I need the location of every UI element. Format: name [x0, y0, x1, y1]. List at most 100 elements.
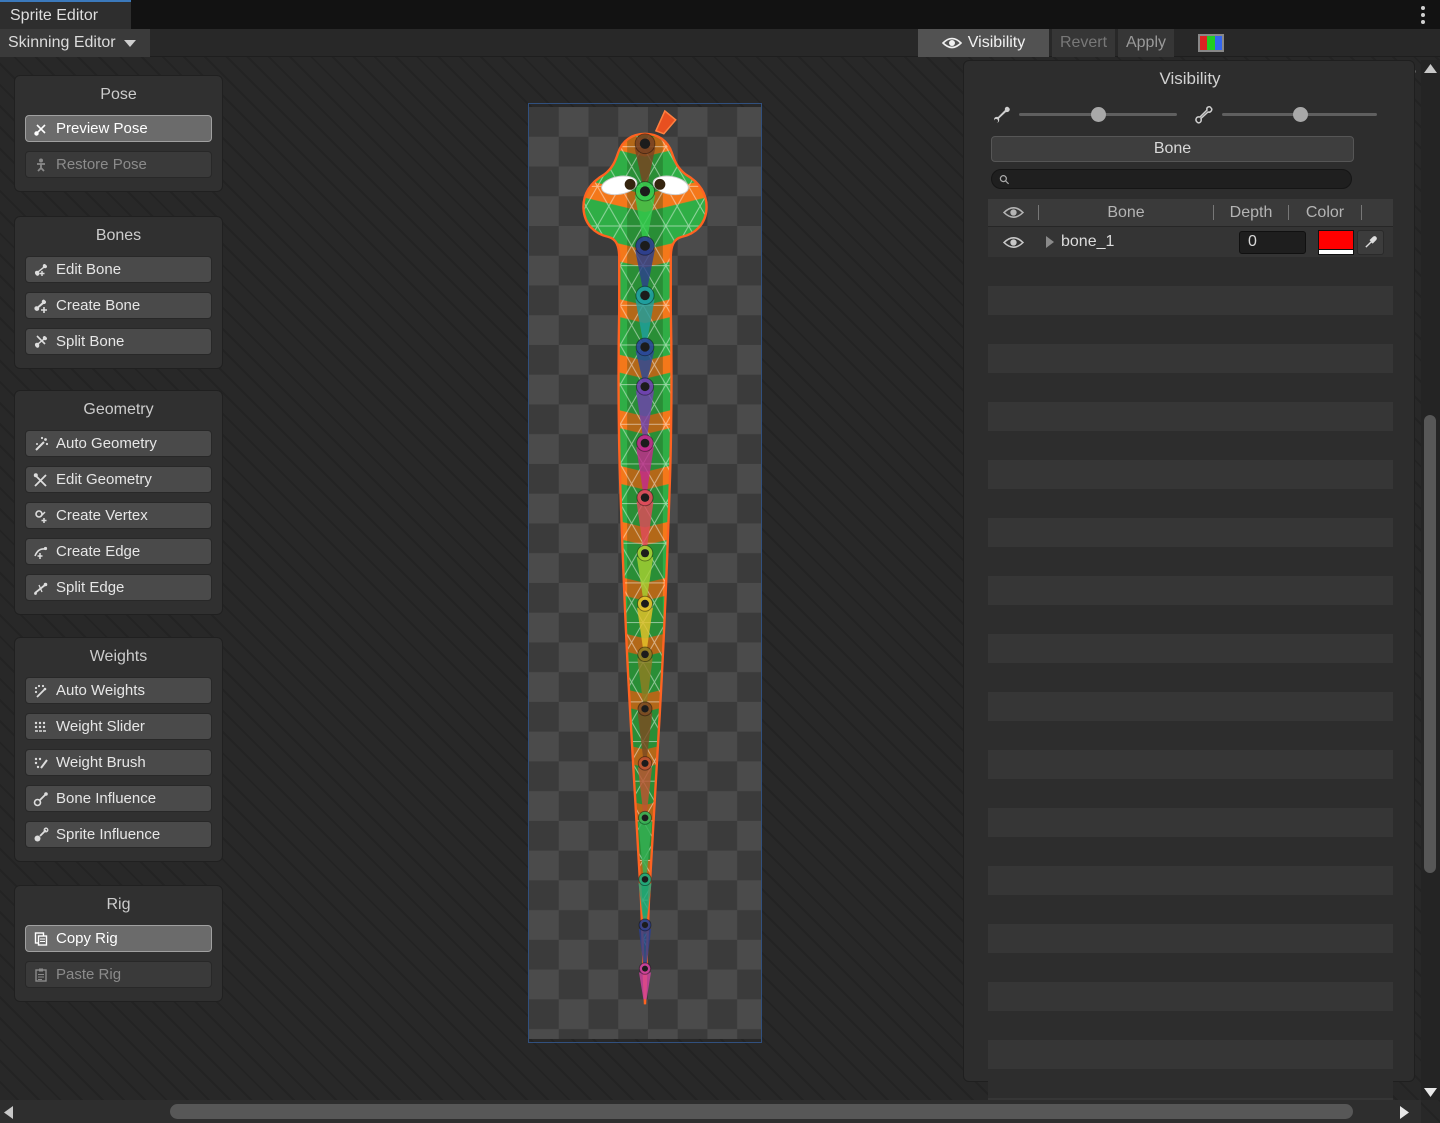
row-visibility-eye-icon[interactable]: [1003, 235, 1024, 250]
search-input[interactable]: [1015, 172, 1345, 187]
edit-geometry-button[interactable]: Edit Geometry: [25, 466, 212, 493]
split-edge-icon: [33, 580, 49, 596]
bone-influence-button[interactable]: Bone Influence: [25, 785, 212, 812]
kebab-menu-icon[interactable]: [1414, 3, 1432, 27]
paste-rig-button[interactable]: Paste Rig: [25, 961, 212, 988]
restore-pose-button[interactable]: Restore Pose: [25, 151, 212, 178]
auto-geometry-button[interactable]: Auto Geometry: [25, 430, 212, 457]
paste-rig-label: Paste Rig: [56, 966, 121, 983]
create-bone-label: Create Bone: [56, 297, 140, 314]
eyedropper-button[interactable]: [1357, 230, 1384, 255]
title-bar: Sprite Editor: [0, 0, 1440, 29]
auto-weights-label: Auto Weights: [56, 682, 145, 699]
scroll-up-icon[interactable]: [1424, 64, 1437, 73]
create-bone-button[interactable]: Create Bone: [25, 292, 212, 319]
apply-button[interactable]: Apply: [1118, 29, 1174, 57]
tab-sprite-editor[interactable]: Sprite Editor: [0, 0, 131, 29]
sprite-influence-button[interactable]: Sprite Influence: [25, 821, 212, 848]
auto-weights-button[interactable]: Auto Weights: [25, 677, 212, 704]
copy-rig-button[interactable]: Copy Rig: [25, 925, 212, 952]
preview-pose-label: Preview Pose: [56, 120, 148, 137]
depth-value: 0: [1248, 233, 1257, 251]
edit-bone-icon: [33, 262, 49, 278]
col-color[interactable]: Color: [1289, 204, 1361, 222]
chevron-down-icon: [124, 40, 136, 47]
bones-panel: Bones Edit Bone Create Bone Split Bone: [14, 216, 223, 369]
color-channels-icon[interactable]: [1198, 34, 1224, 52]
create-edge-label: Create Edge: [56, 543, 140, 560]
auto-weights-icon: [33, 683, 49, 699]
bone-row[interactable]: bone_1 0: [988, 226, 1393, 257]
weight-brush-label: Weight Brush: [56, 754, 146, 771]
rig-panel-title: Rig: [25, 896, 212, 914]
split-bone-icon: [33, 334, 49, 350]
sprite-influence-icon: [33, 827, 49, 843]
paste-icon: [33, 967, 49, 983]
tab-label: Sprite Editor: [10, 7, 98, 25]
restore-pose-icon: [33, 157, 49, 173]
sprite-canvas[interactable]: [528, 103, 762, 1043]
bone-influence-icon: [33, 791, 49, 807]
expander-triangle-icon[interactable]: [1046, 236, 1054, 248]
depth-input[interactable]: 0: [1239, 231, 1306, 254]
scroll-right-icon[interactable]: [1400, 1106, 1409, 1119]
scroll-left-icon[interactable]: [4, 1106, 13, 1119]
bone-table-header: Bone Depth Color: [988, 199, 1393, 226]
horizontal-scroll-thumb[interactable]: [170, 1104, 1353, 1119]
bone-search-field[interactable]: [991, 169, 1352, 189]
bone-tab[interactable]: Bone: [991, 136, 1354, 162]
scroll-down-icon[interactable]: [1424, 1088, 1437, 1097]
create-vertex-icon: [33, 508, 49, 524]
mesh-opacity-knob[interactable]: [1293, 107, 1308, 122]
mode-dropdown-label: Skinning Editor: [8, 34, 116, 52]
edit-bone-label: Edit Bone: [56, 261, 121, 278]
preview-pose-icon: [33, 121, 49, 137]
restore-pose-label: Restore Pose: [56, 156, 147, 173]
create-edge-icon: [33, 544, 49, 560]
weights-panel: Weights Auto Weights Weight Slider Weigh…: [14, 637, 223, 862]
weight-brush-button[interactable]: Weight Brush: [25, 749, 212, 776]
visibility-toggle-button[interactable]: Visibility: [918, 29, 1049, 57]
eye-column-icon: [1003, 205, 1024, 220]
eyedropper-icon: [1364, 236, 1377, 249]
split-bone-button[interactable]: Split Bone: [25, 328, 212, 355]
create-edge-button[interactable]: Create Edge: [25, 538, 212, 565]
col-depth[interactable]: Depth: [1214, 204, 1288, 222]
skinning-editor-dropdown[interactable]: Skinning Editor: [0, 29, 150, 57]
create-bone-icon: [33, 298, 49, 314]
bone-opacity-knob[interactable]: [1091, 107, 1106, 122]
edit-geometry-icon: [33, 472, 49, 488]
copy-icon: [33, 931, 49, 947]
bone-opacity-icon: [992, 105, 1012, 125]
revert-label: Revert: [1060, 34, 1107, 52]
bone-influence-label: Bone Influence: [56, 790, 156, 807]
edit-geometry-label: Edit Geometry: [56, 471, 152, 488]
create-vertex-button[interactable]: Create Vertex: [25, 502, 212, 529]
visibility-panel-title: Visibility: [964, 69, 1416, 89]
horizontal-scrollbar[interactable]: [0, 1100, 1421, 1123]
edit-bone-button[interactable]: Edit Bone: [25, 256, 212, 283]
apply-label: Apply: [1126, 34, 1166, 52]
split-bone-label: Split Bone: [56, 333, 124, 350]
bone-color-swatch[interactable]: [1318, 230, 1354, 255]
copy-rig-label: Copy Rig: [56, 930, 118, 947]
bone-name: bone_1: [1061, 233, 1239, 251]
geometry-panel: Geometry Auto Geometry Edit Geometry Cre…: [14, 390, 223, 615]
pose-panel-title: Pose: [25, 86, 212, 104]
revert-button[interactable]: Revert: [1052, 29, 1115, 57]
auto-geometry-icon: [33, 436, 49, 452]
weight-slider-button[interactable]: Weight Slider: [25, 713, 212, 740]
visibility-label: Visibility: [968, 34, 1026, 52]
col-bone[interactable]: Bone: [1039, 204, 1213, 222]
weight-slider-label: Weight Slider: [56, 718, 145, 735]
vertical-scroll-thumb[interactable]: [1424, 415, 1436, 873]
weight-slider-icon: [33, 719, 49, 735]
create-vertex-label: Create Vertex: [56, 507, 148, 524]
vertical-scrollbar[interactable]: [1421, 60, 1440, 1100]
toolbar: Skinning Editor Visibility Revert Apply: [0, 29, 1440, 57]
split-edge-button[interactable]: Split Edge: [25, 574, 212, 601]
auto-geometry-label: Auto Geometry: [56, 435, 157, 452]
eye-icon: [942, 36, 962, 50]
preview-pose-button[interactable]: Preview Pose: [25, 115, 212, 142]
visibility-panel: Visibility Bone Bone Depth Color bo: [963, 60, 1415, 1082]
